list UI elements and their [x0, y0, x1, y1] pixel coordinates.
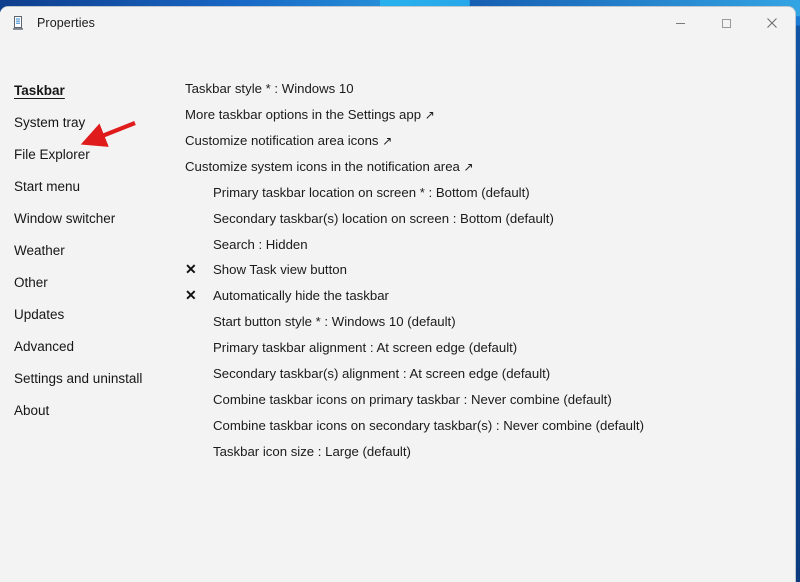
setting-row[interactable]: Taskbar icon size : Large (default) [213, 444, 411, 460]
sidebar-item-system-tray[interactable]: System tray [14, 115, 85, 131]
setting-row[interactable]: Combine taskbar icons on primary taskbar… [213, 392, 612, 408]
setting-label: Taskbar style * : Windows 10 [185, 81, 354, 96]
setting-row[interactable]: ✕ Show Task view button [185, 261, 347, 278]
setting-label: Primary taskbar location on screen * : B… [213, 185, 530, 200]
settings-list: Taskbar style * : Windows 10 More taskbar… [185, 39, 795, 582]
sidebar-item-taskbar[interactable]: Taskbar [14, 83, 65, 99]
setting-label: Secondary taskbar(s) alignment : At scre… [213, 366, 551, 381]
sidebar-item-updates[interactable]: Updates [14, 307, 64, 323]
sidebar-item-other[interactable]: Other [14, 275, 48, 291]
setting-label: Taskbar icon size : Large (default) [213, 444, 411, 459]
setting-row[interactable]: Primary taskbar location on screen * : B… [213, 185, 530, 201]
setting-row[interactable]: Combine taskbar icons on secondary taskb… [213, 418, 644, 434]
cross-icon[interactable]: ✕ [185, 287, 197, 303]
setting-row[interactable]: Taskbar style * : Windows 10 [185, 81, 354, 97]
setting-row[interactable]: More taskbar options in the Settings app… [185, 107, 435, 123]
title-bar[interactable]: Properties [0, 7, 795, 39]
sidebar-item-file-explorer[interactable]: File Explorer [14, 147, 90, 163]
sidebar-item-window-switcher[interactable]: Window switcher [14, 211, 115, 227]
window-controls [657, 7, 795, 39]
sidebar-item-settings-and-uninstall[interactable]: Settings and uninstall [14, 371, 142, 387]
sidebar-item-start-menu[interactable]: Start menu [14, 179, 80, 195]
setting-row[interactable]: Secondary taskbar(s) location on screen … [213, 211, 554, 227]
cross-icon[interactable]: ✕ [185, 261, 197, 277]
setting-label: Primary taskbar alignment : At screen ed… [213, 340, 518, 355]
setting-label: Start button style * : Windows 10 (defau… [213, 314, 456, 329]
setting-label: Secondary taskbar(s) location on screen … [213, 211, 554, 226]
external-link-icon: ↗ [463, 160, 474, 174]
sidebar-item-weather[interactable]: Weather [14, 243, 65, 259]
setting-label: Automatically hide the taskbar [213, 288, 389, 303]
external-link-icon: ↗ [382, 134, 393, 148]
maximize-button[interactable] [703, 7, 749, 39]
setting-row[interactable]: Search : Hidden [213, 237, 308, 253]
properties-document-icon [11, 15, 27, 31]
close-button[interactable] [749, 7, 795, 39]
setting-row[interactable]: Primary taskbar alignment : At screen ed… [213, 340, 517, 356]
setting-row[interactable]: ✕ Automatically hide the taskbar [185, 287, 389, 304]
setting-label: Combine taskbar icons on primary taskbar… [213, 392, 612, 407]
setting-row[interactable]: Customize notification area icons ↗ [185, 133, 392, 149]
sidebar-nav: Taskbar System tray File Explorer Start men… [0, 39, 185, 582]
window-body: Taskbar System tray File Explorer Start men… [0, 39, 795, 582]
setting-row[interactable]: Customize system icons in the notificati… [185, 159, 474, 175]
setting-label: More taskbar options in the Settings app [185, 107, 422, 122]
external-link-icon: ↗ [424, 108, 435, 122]
setting-label: Search : Hidden [213, 237, 308, 252]
window-title: Properties [37, 16, 95, 30]
setting-row[interactable]: Start button style * : Windows 10 (defau… [213, 314, 456, 330]
setting-label: Customize notification area icons [185, 133, 379, 148]
setting-label: Customize system icons in the notificati… [185, 159, 460, 174]
setting-label: Combine taskbar icons on secondary taskb… [213, 418, 644, 433]
sidebar-item-advanced[interactable]: Advanced [14, 339, 74, 355]
sidebar-item-about[interactable]: About [14, 403, 49, 419]
properties-window: Properties Taskbar System tray File Explor… [0, 6, 796, 582]
minimize-button[interactable] [657, 7, 703, 39]
setting-label: Show Task view button [213, 262, 347, 277]
setting-row[interactable]: Secondary taskbar(s) alignment : At scre… [213, 366, 550, 382]
